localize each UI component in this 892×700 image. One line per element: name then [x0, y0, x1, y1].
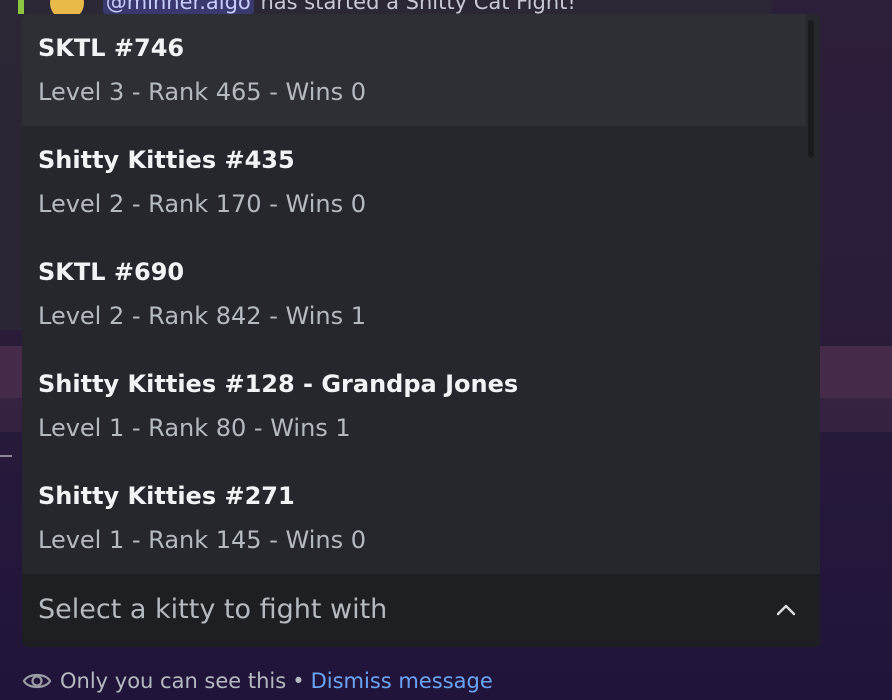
- embed-accent-bar: [18, 0, 24, 14]
- option-title: SKTL #746: [38, 34, 185, 62]
- option-shitty-kitties-435[interactable]: Shitty Kitties #435 Level 2 - Rank 170 -…: [22, 126, 820, 238]
- eye-icon: [22, 673, 52, 689]
- option-shitty-kitties-128[interactable]: Shitty Kitties #128 - Grandpa Jones Leve…: [22, 350, 820, 462]
- option-stats: Level 2 - Rank 842 - Wins 1: [38, 302, 366, 330]
- background-divider: [0, 455, 12, 457]
- select-placeholder: Select a kitty to fight with: [38, 594, 388, 625]
- option-sktl-690[interactable]: SKTL #690 Level 2 - Rank 842 - Wins 1: [22, 238, 820, 350]
- option-stats: Level 1 - Rank 80 - Wins 1: [38, 414, 351, 442]
- separator-dot: •: [292, 669, 305, 693]
- chevron-up-icon[interactable]: [776, 600, 796, 620]
- user-mention[interactable]: @minner.algo: [102, 0, 254, 14]
- option-stats: Level 3 - Rank 465 - Wins 0: [38, 78, 366, 106]
- kitty-select[interactable]: Select a kitty to fight with: [22, 574, 820, 647]
- option-title: Shitty Kitties #435: [38, 146, 295, 174]
- kitty-options-menu: SKTL #746 Level 3 - Rank 465 - Wins 0 Sh…: [22, 14, 820, 574]
- option-stats: Level 2 - Rank 170 - Wins 0: [38, 190, 366, 218]
- option-stats: Level 1 - Rank 145 - Wins 0: [38, 526, 366, 554]
- ephemeral-text: Only you can see this: [60, 669, 287, 693]
- menu-scrollbar[interactable]: [808, 20, 814, 158]
- dismiss-message-link[interactable]: Dismiss message: [311, 669, 493, 693]
- option-shitty-kitties-271[interactable]: Shitty Kitties #271 Level 1 - Rank 145 -…: [22, 462, 820, 574]
- option-sktl-746[interactable]: SKTL #746 Level 3 - Rank 465 - Wins 0: [22, 14, 806, 126]
- ephemeral-notice: Only you can see this • Dismiss message: [22, 664, 493, 698]
- option-title: Shitty Kitties #271: [38, 482, 295, 510]
- option-title: Shitty Kitties #128 - Grandpa Jones: [38, 370, 519, 398]
- option-title: SKTL #690: [38, 258, 185, 286]
- header-text: has started a Shitty Cat Fight!: [260, 0, 576, 14]
